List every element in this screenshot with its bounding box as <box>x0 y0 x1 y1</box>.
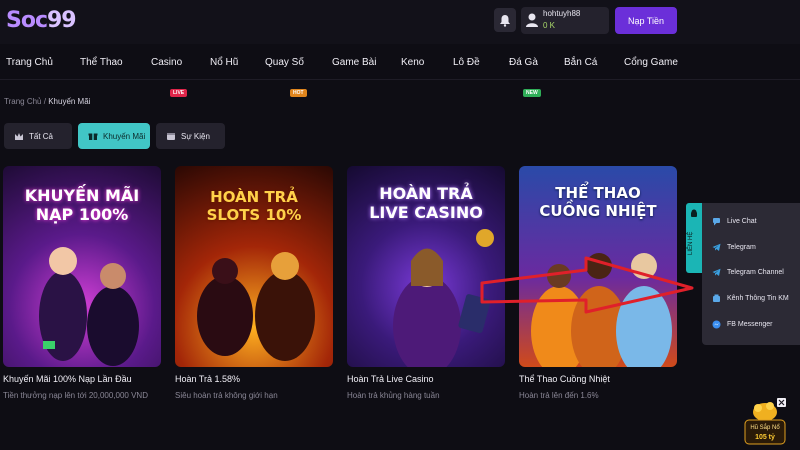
android-icon <box>691 209 697 217</box>
promo-name: Khuyến Mãi 100% Nạp Lần Đầu <box>3 374 132 384</box>
info-channel-icon <box>713 294 720 302</box>
crown-icon <box>15 132 23 140</box>
promo-name: Hoàn Trả Live Casino <box>347 374 434 384</box>
hot-badge: HOT <box>290 89 307 97</box>
promo-desc: Hoàn trả lên đến 1.6% <box>519 391 599 400</box>
promo-card-live-casino[interactable]: HOÀN TRẢ LIVE CASINO <box>347 166 505 367</box>
breadcrumb-separator: / <box>43 97 46 106</box>
chat-icon <box>713 218 720 226</box>
jackpot-label: Hũ Sắp Nổ <box>750 425 780 431</box>
header: Soc99 hohtuyh88 0 K Nạp Tiền <box>0 0 800 44</box>
promo-character-illustration <box>531 253 672 367</box>
contact-panel: Live Chat Telegram Telegram Channel Kênh… <box>702 203 800 345</box>
promo-card-sports[interactable]: THỂ THAO CUỒNG NHIỆT <box>519 166 677 367</box>
breadcrumb-current: Khuyến Mãi <box>48 97 91 106</box>
tab-all[interactable]: Tất Cả <box>4 123 72 149</box>
tab-promotions[interactable]: Khuyến Mãi <box>78 123 150 149</box>
contact-tab[interactable]: LIÊN HỆ <box>686 203 702 273</box>
nav-item-slots[interactable]: Nổ Hũ <box>210 57 238 68</box>
promo-character-illustration <box>197 252 315 361</box>
promo-name: Thể Thao Cuồng Nhiệt <box>519 374 610 384</box>
contact-live-chat[interactable]: Live Chat <box>712 217 757 226</box>
nav-item-lode[interactable]: Lô Đề <box>453 57 480 68</box>
contact-telegram-channel[interactable]: Telegram Channel <box>712 268 784 277</box>
nav-item-casino[interactable]: Casino <box>151 57 182 68</box>
promo-desc: Hoàn trả khủng hàng tuần <box>347 391 440 400</box>
jackpot-widget[interactable]: Hũ Sắp Nổ 105 tỷ <box>740 400 790 450</box>
new-badge: NEW <box>523 89 541 97</box>
user-balance: 0 K <box>543 21 556 30</box>
telegram-icon <box>712 268 721 276</box>
promo-desc: Tiền thưởng nạp lên tới 20,000,000 VND <box>3 391 148 400</box>
nav-item-home[interactable]: Trang Chủ <box>6 57 53 68</box>
nav-item-fishing[interactable]: Bắn Cá <box>564 57 597 68</box>
nav-item-sports[interactable]: Thể Thao <box>80 57 123 68</box>
nav-item-card-games[interactable]: Game Bài <box>332 57 376 68</box>
main-nav: Trang Chủ Thể Thao Casino LIVE Nổ Hũ Qua… <box>0 44 800 97</box>
promo-name: Hoàn Trả 1.58% <box>175 374 241 384</box>
bell-icon <box>500 14 510 27</box>
promo-card-first-deposit[interactable]: KHUYẾN MÃI NẠP 100% <box>3 166 161 367</box>
deposit-button[interactable]: Nạp Tiền <box>615 7 677 34</box>
breadcrumb-home[interactable]: Trang Chủ <box>4 97 42 106</box>
nav-item-cockfight[interactable]: Đá Gà <box>509 57 538 68</box>
nav-item-keno[interactable]: Keno <box>401 57 424 68</box>
user-account-box[interactable]: hohtuyh88 0 K <box>521 7 609 34</box>
messenger-icon <box>712 320 721 329</box>
promo-card-slots-rebate[interactable]: HOÀN TRẢ SLOTS 10% <box>175 166 333 367</box>
telegram-icon <box>712 243 721 251</box>
calendar-icon <box>167 133 175 140</box>
promo-character-illustration <box>393 229 494 367</box>
jackpot-amount: 105 tỷ <box>755 434 775 441</box>
contact-fb-messenger[interactable]: FB Messenger <box>712 320 773 329</box>
promo-character-illustration <box>39 247 139 366</box>
nav-item-game-portal[interactable]: Cổng Game <box>624 57 678 68</box>
breadcrumb: Trang Chủ / Khuyến Mãi <box>4 97 90 106</box>
nav-item-lottery[interactable]: Quay Số <box>265 57 304 68</box>
contact-promo-info[interactable]: Kênh Thông Tin KM <box>712 294 789 303</box>
live-badge: LIVE <box>170 89 188 97</box>
user-icon <box>526 13 538 27</box>
promo-desc: Siêu hoàn trả không giới hạn <box>175 391 278 400</box>
contact-telegram[interactable]: Telegram <box>712 243 756 252</box>
gift-icon <box>88 133 98 140</box>
notification-button[interactable] <box>494 8 516 32</box>
tab-events[interactable]: Sự Kiện <box>156 123 225 149</box>
username: hohtuyh88 <box>543 9 581 18</box>
site-logo[interactable]: Soc99 <box>6 8 77 33</box>
